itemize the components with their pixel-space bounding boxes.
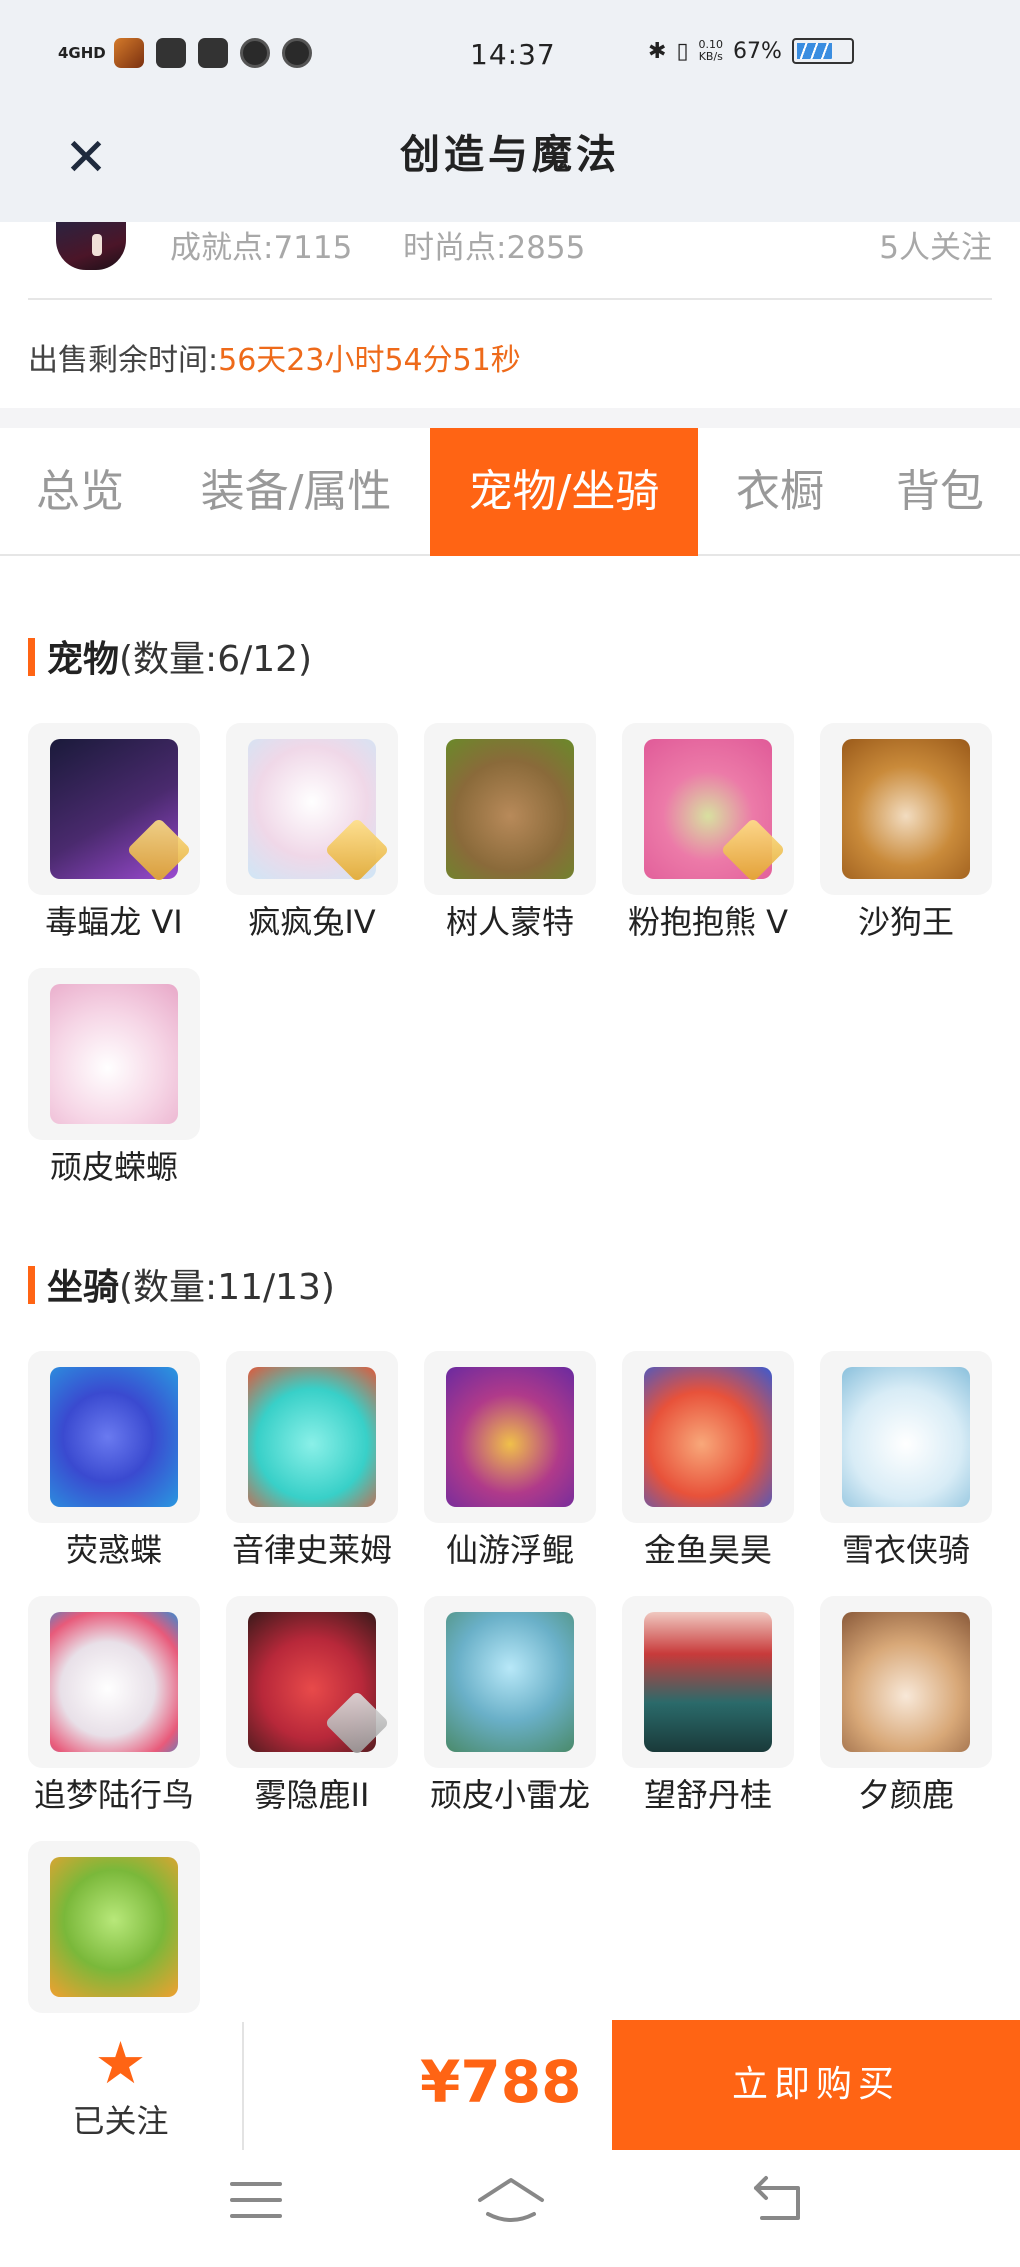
pet-image (446, 739, 574, 879)
mount-name: 荧惑蝶 (65, 1531, 162, 1569)
mount-name: 仙游浮鲲 (445, 1531, 574, 1569)
network-speed: 0.10 KB/s (698, 38, 724, 63)
mount-name: 顽皮小雷龙 (429, 1776, 590, 1814)
pet-tile[interactable] (28, 723, 200, 895)
taobao-icon (156, 38, 186, 68)
mount-image (446, 1367, 574, 1507)
mount-image (644, 1367, 772, 1507)
tab-bar: 总览 装备/属性 宠物/坐骑 衣橱 背包 (0, 428, 1020, 556)
follow-label: 已关注 (72, 2102, 169, 2140)
battery-percent: 67% (733, 38, 782, 64)
mount-name: 追梦陆行鸟 (33, 1776, 194, 1814)
tab-equipment[interactable]: 装备/属性 (178, 428, 414, 556)
vibrate-icon: ▯ (676, 38, 689, 64)
price: ¥788 (420, 2048, 582, 2116)
top-bar: ✕ 创造与魔法 (0, 112, 1020, 222)
mount-image (842, 1367, 970, 1507)
mount-name: 音律史莱姆 (231, 1531, 392, 1569)
battery-icon (791, 38, 854, 64)
mount-tile[interactable] (226, 1351, 398, 1523)
achievement-points: 成就点:7115 (170, 230, 353, 266)
pet-name: 粉抱抱熊 V (627, 903, 789, 941)
mount-tile[interactable] (622, 1351, 794, 1523)
tab-wardrobe[interactable]: 衣橱 (712, 428, 848, 556)
bottom-action-bar: ★ 已关注 ¥788 立即购买 (0, 2016, 1020, 2150)
sale-remaining-row: 出售剩余时间:56天23小时54分51秒 (28, 335, 521, 379)
menu-icon[interactable] (226, 2170, 286, 2230)
tab-backpack[interactable]: 背包 (872, 428, 1008, 556)
pet-name: 顽皮蝾螈 (49, 1148, 178, 1186)
mount-image (50, 1367, 178, 1507)
mount-tile[interactable] (226, 1596, 398, 1768)
mount-tile[interactable] (424, 1351, 596, 1523)
mount-tile[interactable] (820, 1596, 992, 1768)
mount-image (50, 1857, 178, 1997)
mount-tile[interactable] (622, 1596, 794, 1768)
pet-tile[interactable] (820, 723, 992, 895)
pet-name: 树人蒙特 (445, 903, 574, 941)
section-gap (0, 408, 1020, 428)
tab-pets-mounts[interactable]: 宠物/坐骑 (430, 428, 698, 556)
pet-tile[interactable] (424, 723, 596, 895)
app-icon (198, 38, 228, 68)
mount-name: 雪衣侠骑 (841, 1531, 970, 1569)
pet-image (50, 984, 178, 1124)
mount-tile[interactable] (28, 1596, 200, 1768)
mounts-section-title: 坐骑(数量:11/13) (28, 1258, 335, 1310)
buy-now-button[interactable]: 立即购买 (612, 2020, 1020, 2150)
avatar (56, 222, 126, 270)
page-title: 创造与魔法 (400, 131, 620, 178)
mount-tile[interactable] (424, 1596, 596, 1768)
mount-image (446, 1612, 574, 1752)
mount-image (50, 1612, 178, 1752)
sale-label: 出售剩余时间: (28, 343, 219, 378)
mount-tile[interactable] (28, 1351, 200, 1523)
pet-name: 疯疯兔IV (248, 903, 376, 941)
mount-tile[interactable] (28, 1841, 200, 2013)
system-nav-bar (0, 2150, 1020, 2267)
pet-tile[interactable] (28, 968, 200, 1140)
fashion-points: 时尚点:2855 (403, 230, 586, 266)
video-icon (240, 38, 270, 68)
mount-name: 金鱼昊昊 (643, 1531, 772, 1569)
mount-name: 雾隐鹿II (254, 1776, 370, 1814)
video-icon (282, 38, 312, 68)
game-app-icon (114, 38, 144, 68)
mount-tile[interactable] (820, 1351, 992, 1523)
sale-countdown: 56天23小时54分51秒 (218, 343, 521, 378)
mount-image (644, 1612, 772, 1752)
pet-tile[interactable] (226, 723, 398, 895)
divider (28, 298, 992, 300)
pet-name: 毒蝠龙 VI (45, 903, 183, 941)
status-bar: 4GHD 14:37 ✱ ▯ 0.10 KB/s 67% (0, 0, 1020, 112)
clock: 14:37 (470, 38, 556, 71)
pet-name: 沙狗王 (857, 903, 954, 941)
pets-section-title: 宠物(数量:6/12) (28, 630, 312, 682)
follow-button[interactable]: ★ 已关注 (28, 2034, 213, 2142)
divider (242, 2022, 244, 2150)
bluetooth-icon: ✱ (648, 38, 667, 64)
pet-image (842, 739, 970, 879)
back-icon[interactable] (748, 2170, 808, 2230)
home-icon[interactable] (476, 2170, 546, 2230)
tab-overview[interactable]: 总览 (0, 428, 160, 556)
network-indicator: 4GHD (58, 44, 106, 62)
follower-count: 5人关注 (879, 230, 992, 266)
mount-image (248, 1367, 376, 1507)
mount-name: 望舒丹桂 (643, 1776, 772, 1814)
mount-name: 夕颜鹿 (857, 1776, 954, 1814)
star-icon: ★ (94, 2029, 147, 2097)
pet-tile[interactable] (622, 723, 794, 895)
mount-image (842, 1612, 970, 1752)
profile-card: 成就点:7115 时尚点:2855 5人关注 (28, 222, 992, 272)
